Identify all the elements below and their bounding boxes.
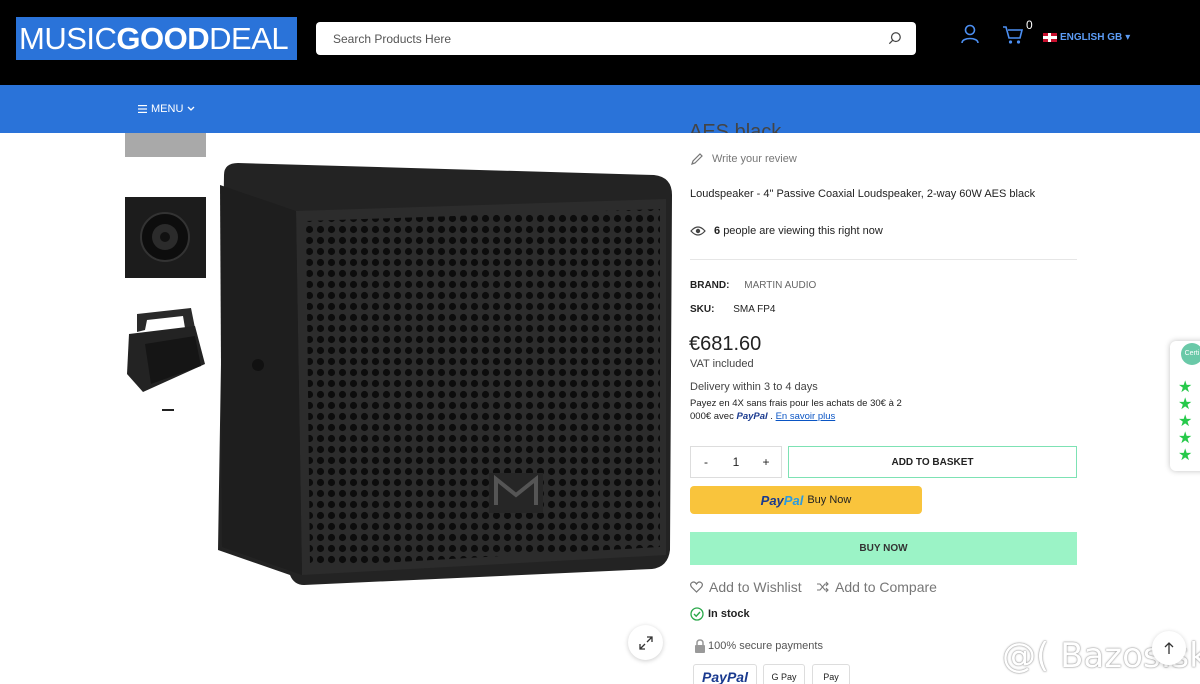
paypal-buy-label: Buy Now [807,494,852,506]
star-icon: ★ [1178,379,1193,396]
paypal-buy-now-button[interactable]: PayPal Buy Now [690,486,922,514]
user-icon[interactable] [960,24,980,44]
search-bar [316,22,916,55]
rating-stars: ★ ★ ★ ★ ★ [1178,380,1196,464]
heart-icon [690,581,703,593]
live-viewers: 6 people are viewing this right now [690,225,883,237]
product-thumbnail-1[interactable] [125,133,206,162]
caret-down-icon: ▾ [1125,32,1131,43]
sku-row: SKU: SMA FP4 [690,304,775,315]
product-thumbnail-2[interactable] [125,197,206,278]
quantity-stepper: - 1 + [690,446,782,478]
shuffle-icon [817,581,829,593]
quantity-input[interactable]: 1 [721,455,751,469]
pencil-icon [691,153,703,165]
cart-icon[interactable] [1002,25,1024,45]
hamburger-icon [138,105,147,113]
add-to-basket-button[interactable]: ADD TO BASKET [788,446,1077,478]
site-logo[interactable]: MUSICGOODDEAL [16,17,297,60]
review-link-label: Write your review [712,153,797,165]
sku-value: SMA FP4 [733,304,776,315]
chevron-down-icon [187,106,195,111]
eye-icon [690,226,706,236]
wishlist-label: Add to Wishlist [709,579,802,595]
star-icon: ★ [1178,430,1193,447]
language-selector[interactable]: ENGLISH GB ▾ [1043,32,1130,43]
top-header: MUSICGOODDEAL 0 ENGLISH GB ▾ [0,0,1200,85]
menu-button[interactable]: MENU [138,103,195,115]
quantity-decrease-button[interactable]: - [691,455,721,469]
paypal-payment-badge: PayPal [693,664,757,684]
language-label: ENGLISH GB [1060,32,1123,43]
check-circle-icon [690,607,704,621]
certificate-badge-icon: Certi [1181,343,1200,365]
menu-bar: MENU [0,85,1200,133]
viewers-text: people are viewing this right now [723,225,883,237]
menu-label: MENU [151,103,184,115]
divider [690,259,1077,260]
arrow-up-icon [1164,642,1174,654]
star-icon: ★ [1178,413,1193,430]
viewers-count: 6 [714,225,721,237]
brand-row: BRAND: MARTIN AUDIO [690,280,816,291]
product-short-description: Loudspeaker - 4" Passive Coaxial Loudspe… [690,188,1036,200]
sku-label: SKU: [690,304,715,315]
expand-icon [638,635,653,650]
uk-flag-icon [1043,33,1057,42]
star-icon: ★ [1178,396,1193,413]
product-title: AES black [689,121,782,133]
add-to-wishlist-link[interactable]: Add to Wishlist [690,579,802,595]
cart-count-badge: 0 [1026,18,1033,32]
compare-label: Add to Compare [835,579,937,595]
delivery-note: Delivery within 3 to 4 days [690,381,818,393]
lock-icon [695,639,705,653]
quantity-increase-button[interactable]: + [751,455,781,469]
paypal-paylater-message: Payez en 4X sans frais pour les achats d… [690,398,902,422]
buy-now-button[interactable]: BUY NOW [690,532,1077,565]
product-price: €681.60 [689,333,762,355]
brand-value[interactable]: MARTIN AUDIO [744,280,816,291]
back-to-top-button[interactable] [1152,631,1186,665]
vat-note: VAT included [690,358,754,370]
write-review-link[interactable]: Write your review [690,152,797,166]
stock-label: In stock [708,608,750,620]
secure-label: 100% secure payments [708,640,823,652]
google-pay-badge: G Pay [763,664,805,684]
search-icon[interactable] [888,31,902,45]
brand-label: BRAND: [690,280,730,291]
star-icon: ★ [1178,447,1193,464]
paypal-logo: PayPal [760,492,804,508]
secure-payments-note: 100% secure payments [694,639,823,653]
product-main-image [218,163,672,585]
search-input[interactable] [316,22,876,55]
paypal-logo-inline: PayPal [736,411,768,422]
stock-status: In stock [690,607,750,621]
add-to-compare-link[interactable]: Add to Compare [816,579,937,595]
zoom-button[interactable] [628,625,663,660]
apple-pay-badge: Pay [812,664,850,684]
product-thumbnail-3[interactable] [125,304,206,396]
gallery-indicator [162,409,174,411]
learn-more-link[interactable]: En savoir plus [776,411,836,422]
